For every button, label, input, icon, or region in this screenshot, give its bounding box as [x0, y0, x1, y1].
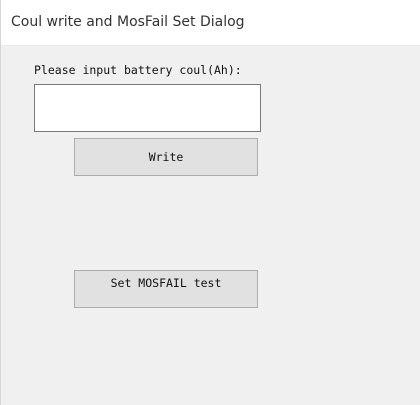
set-mosfail-test-button-label: Set MOSFAIL test	[110, 276, 222, 290]
coul-prompt-label: Please input battery coul(Ah):	[34, 63, 242, 77]
coul-mosfail-dialog: Coul write and MosFail Set Dialog Please…	[0, 0, 420, 405]
set-mosfail-test-button[interactable]: Set MOSFAIL test	[74, 270, 258, 308]
title-bar-top-edge	[1, 0, 420, 6]
coul-input[interactable]	[34, 84, 261, 132]
write-button-label: Write	[148, 150, 184, 164]
write-button[interactable]: Write	[74, 138, 258, 176]
window-title: Coul write and MosFail Set Dialog	[11, 14, 245, 30]
title-bar: Coul write and MosFail Set Dialog	[1, 0, 420, 46]
